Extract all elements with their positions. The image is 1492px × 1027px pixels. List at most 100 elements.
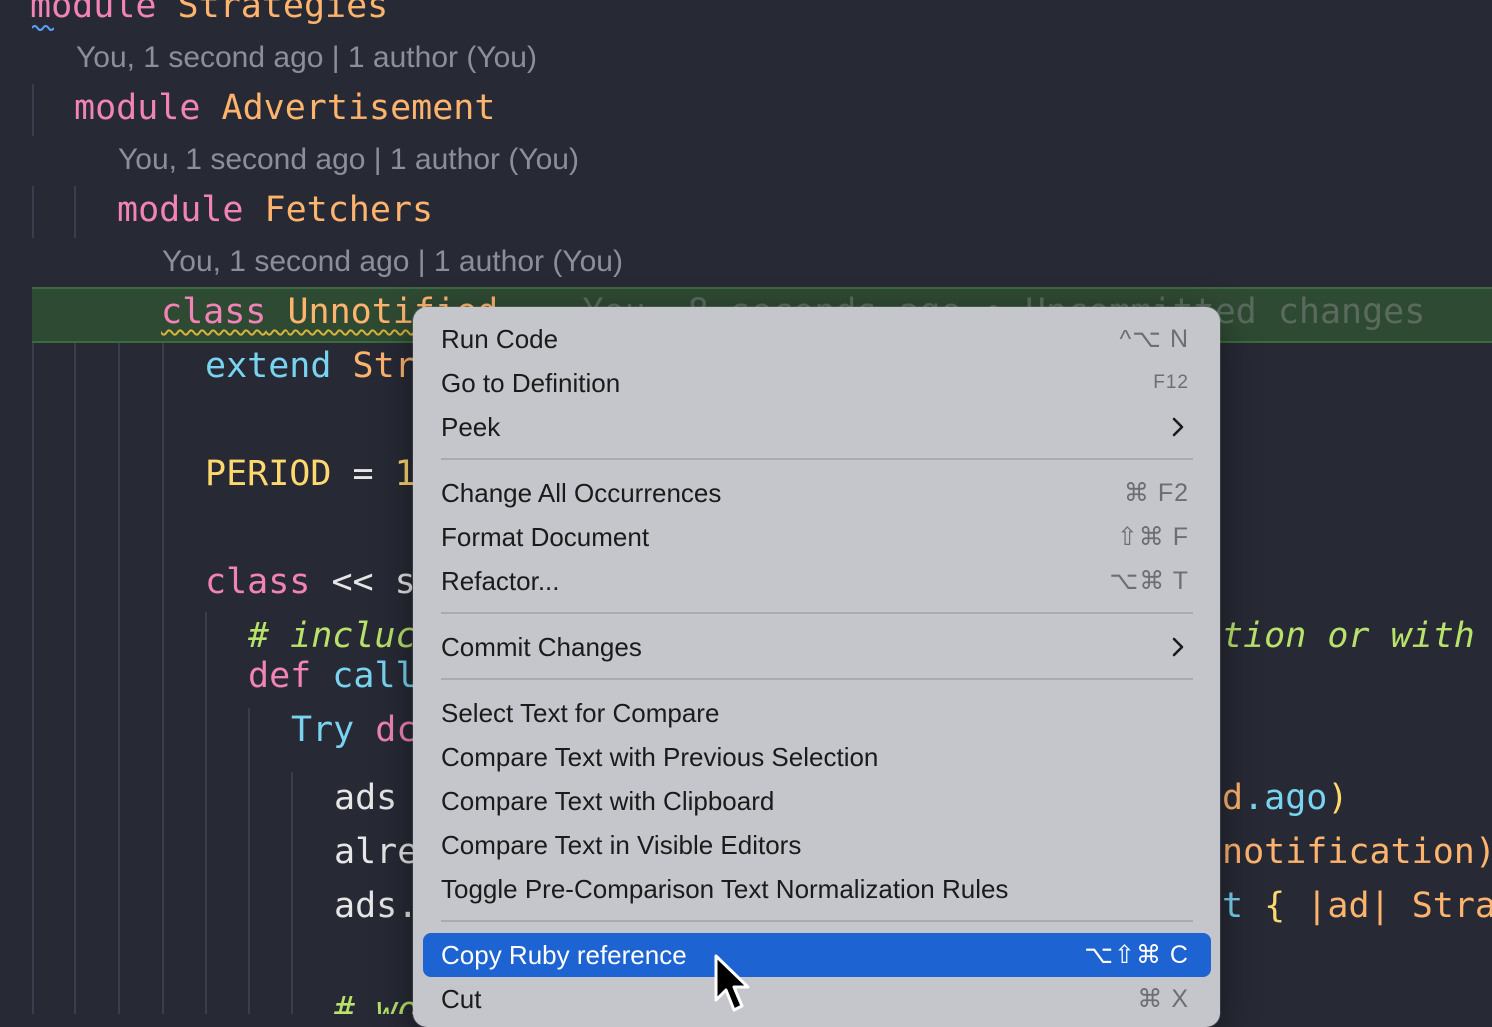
menu-item-compare-with-previous[interactable]: Compare Text with Previous Selection — [423, 735, 1211, 779]
menu-item-go-to-definition[interactable]: Go to Definition F12 — [423, 361, 1211, 405]
mouse-pointer-icon — [714, 954, 750, 1012]
menu-item-label: Run Code — [441, 324, 559, 354]
menu-item-label: Copy Ruby reference — [441, 940, 687, 970]
module-name: Fetchers — [264, 190, 434, 230]
menu-item-copy-ruby-reference[interactable]: Copy Ruby reference ⌥⇧⌘ C — [423, 933, 1211, 977]
menu-separator — [441, 612, 1193, 614]
menu-item-label: Toggle Pre-Comparison Text Normalization… — [441, 874, 1009, 904]
menu-separator — [441, 678, 1193, 680]
indent-guide — [162, 340, 164, 1014]
indent-guide — [205, 612, 207, 1014]
comment: # wo — [334, 990, 419, 1014]
identifier: ads — [334, 778, 398, 818]
module-ref: Stra — [1411, 886, 1492, 926]
identifier: alre — [334, 832, 419, 872]
method-call: .ago — [1243, 778, 1328, 818]
indent-guide — [32, 84, 34, 136]
menu-item-label: Compare Text in Visible Editors — [441, 830, 802, 860]
keyword: class — [161, 292, 267, 332]
menu-item-label: Compare Text with Previous Selection — [441, 742, 879, 772]
module-ref: Str — [352, 346, 416, 386]
shortcut-label: ⌘ F2 — [1123, 479, 1189, 507]
codelens-author[interactable]: You, 1 second ago | 1 author (You) — [76, 38, 537, 78]
indent-guide — [248, 708, 250, 1014]
indent-guide — [32, 186, 34, 238]
code-line-8[interactable]: # incluc — [248, 614, 417, 658]
class-ref: Try — [291, 710, 355, 750]
code-line-11[interactable]: ads — [334, 776, 397, 820]
code-line-5[interactable]: extend Str — [205, 344, 416, 388]
menu-item-label: Select Text for Compare — [441, 698, 720, 728]
keyword: module — [74, 88, 201, 128]
code-line-11-right[interactable]: d.ago) — [1222, 776, 1348, 820]
shortcut-label: ⌥⌘ T — [1109, 567, 1189, 595]
chevron-right-icon — [1172, 417, 1184, 437]
squiggle-marker — [32, 25, 54, 31]
menu-item-change-all-occurrences[interactable]: Change All Occurrences ⌘ F2 — [423, 471, 1211, 515]
operator: << — [331, 562, 374, 602]
indent-guide — [291, 772, 293, 1014]
brace: { — [1264, 886, 1286, 926]
shortcut-label: ⌥⇧⌘ C — [1084, 941, 1189, 969]
context-menu: Run Code ^⌥ N Go to Definition F12 Peek … — [413, 307, 1220, 1027]
comment: # incluc — [248, 616, 417, 656]
code-line-13-right[interactable]: t { |ad| Stra — [1222, 884, 1492, 928]
code-line-12[interactable]: alre — [334, 830, 418, 874]
paren: ) — [1327, 778, 1349, 818]
keyword: def — [248, 656, 312, 696]
shortcut-label: ⇧⌘ F — [1116, 523, 1189, 551]
menu-item-label: Format Document — [441, 522, 650, 552]
identifier: notification) — [1222, 832, 1492, 872]
chevron-right-icon — [1172, 637, 1184, 657]
keyword: class — [205, 562, 311, 602]
menu-item-refactor[interactable]: Refactor... ⌥⌘ T — [423, 559, 1211, 603]
code-line-2[interactable]: module Advertisement — [74, 86, 495, 130]
menu-item-label: Go to Definition — [441, 368, 621, 398]
keyword: module — [117, 190, 244, 230]
shortcut-label: ⌘ X — [1137, 985, 1189, 1013]
shortcut-label: ^⌥ N — [1119, 325, 1189, 353]
menu-separator — [441, 920, 1193, 922]
menu-item-label: Commit Changes — [441, 632, 642, 662]
method-name: call — [332, 656, 417, 696]
comment: tion or with — [1222, 616, 1475, 656]
menu-item-label: Refactor... — [441, 566, 560, 596]
code-line-1[interactable]: module Strategies — [30, 0, 388, 28]
block-param: |ad| — [1306, 886, 1391, 926]
code-line-9[interactable]: def call — [248, 654, 417, 698]
code-line-8-right[interactable]: tion or with — [1222, 614, 1475, 658]
indent-guide — [74, 186, 76, 238]
menu-item-commit-changes[interactable]: Commit Changes — [423, 625, 1211, 669]
menu-item-compare-with-clipboard[interactable]: Compare Text with Clipboard — [423, 779, 1211, 823]
code-line-13[interactable]: ads. — [334, 884, 418, 928]
keyword: extend — [205, 346, 332, 386]
keyword: module — [30, 0, 157, 26]
menu-separator — [441, 458, 1193, 460]
menu-item-run-code[interactable]: Run Code ^⌥ N — [423, 317, 1211, 361]
codelens-author[interactable]: You, 1 second ago | 1 author (You) — [162, 242, 623, 282]
indent-guide — [118, 340, 120, 1014]
keyword: dc — [375, 710, 418, 750]
code-line-7[interactable]: class << s — [205, 560, 416, 604]
code-line-12-right[interactable]: notification) — [1222, 830, 1492, 874]
module-name: Strategies — [177, 0, 389, 26]
module-name: Advertisement — [221, 88, 496, 128]
code-line-10[interactable]: Try dc — [291, 708, 417, 752]
indent-guide — [32, 340, 34, 1014]
menu-item-peek[interactable]: Peek — [423, 405, 1211, 449]
menu-item-toggle-normalization[interactable]: Toggle Pre-Comparison Text Normalization… — [423, 867, 1211, 911]
shortcut-label: F12 — [1153, 372, 1189, 393]
menu-item-label: Peek — [441, 412, 501, 442]
codelens-author[interactable]: You, 1 second ago | 1 author (You) — [118, 140, 579, 180]
menu-item-label: Change All Occurrences — [441, 478, 722, 508]
code-line-3[interactable]: module Fetchers — [117, 188, 433, 232]
menu-item-compare-visible-editors[interactable]: Compare Text in Visible Editors — [423, 823, 1211, 867]
method-call: t — [1222, 886, 1244, 926]
menu-item-cut[interactable]: Cut ⌘ X — [423, 977, 1211, 1021]
code-line-14[interactable]: # wo — [334, 988, 418, 1014]
menu-item-label: Compare Text with Clipboard — [441, 786, 775, 816]
menu-item-select-text-for-compare[interactable]: Select Text for Compare — [423, 691, 1211, 735]
menu-item-format-document[interactable]: Format Document ⇧⌘ F — [423, 515, 1211, 559]
indent-guide — [74, 340, 76, 1014]
code-line-6[interactable]: PERIOD = 1 — [205, 452, 416, 496]
